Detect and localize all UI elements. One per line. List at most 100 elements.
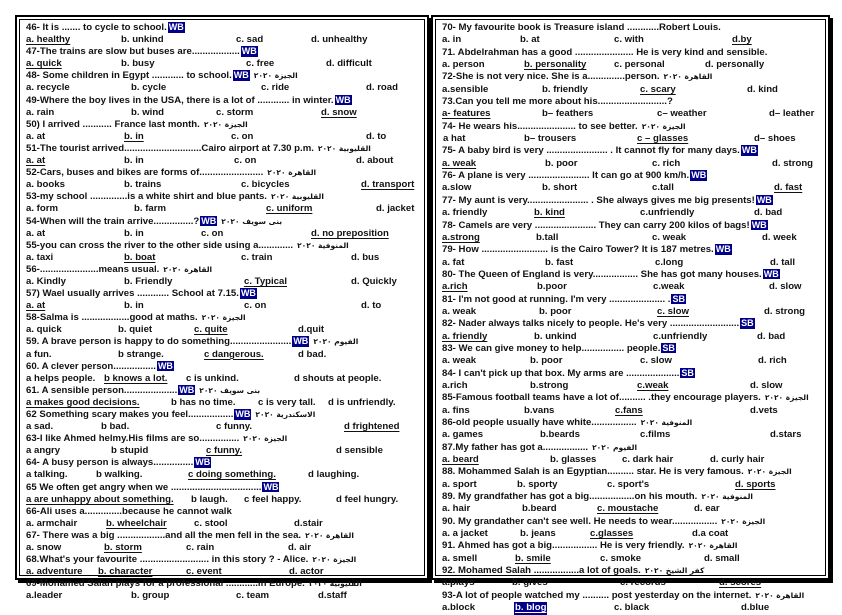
question-text: 89. My grandfather has got a big........…: [442, 491, 824, 503]
question-stem: 61. A sensible person...................…: [26, 384, 178, 396]
question-text: 57) Wael usually arrives ............ Sc…: [26, 288, 423, 300]
answer-options-row: a.strong b.tall c. weak d. week: [442, 232, 824, 244]
question-text: 51-The tourist arrived..................…: [26, 143, 423, 155]
exam-source-label: المنوفية ٢٠٢٠: [297, 240, 349, 250]
answer-option: c. sad: [236, 34, 264, 46]
studentbook-badge: SB: [661, 342, 676, 354]
answer-options-row: a.rich b.strong c.weak d. slow: [442, 380, 824, 392]
answer-option-correct: b. wheelchair: [106, 517, 167, 529]
answer-option: b– feathers: [542, 108, 594, 120]
question-text: 64- A busy person is always.............…: [26, 457, 423, 469]
question-text: 91. Ahmed has got a big.................…: [442, 540, 824, 552]
answer-option: d. week: [762, 231, 797, 243]
answer-option-correct: b. storm: [104, 542, 142, 554]
answer-option: b. poor: [539, 305, 572, 317]
answer-option: d. unhealthy: [311, 34, 368, 46]
answer-option: d sensible: [336, 445, 383, 457]
answer-option: b. Friendly: [124, 275, 173, 287]
answer-option: b. trains: [124, 179, 162, 191]
exam-source-label: القاهرة ٢٠٢٠: [663, 72, 713, 82]
answer-option: d.staff: [318, 590, 347, 602]
answer-option: d. bad: [757, 330, 786, 342]
workbook-badge: WB: [755, 194, 773, 206]
answer-option: d. Quickly: [351, 275, 397, 287]
answer-options-row: a. at b. in c. on d. no preposition: [26, 228, 423, 240]
answer-option: d. difficult: [326, 58, 372, 70]
exam-source-label: الجيزة ٢٠٢٠: [201, 313, 246, 323]
question-stem: 82- Nader always talks nicely to people.…: [442, 318, 740, 330]
answer-option-correct: a- features: [442, 108, 491, 120]
studentbook-badge: SB: [671, 293, 686, 305]
answer-options-row: a. friendly b. unkind c.unfriendly d. bad: [442, 331, 824, 343]
answer-option: d.quit: [298, 324, 325, 336]
answer-option: c. slow: [640, 355, 672, 367]
answer-option: a.slow: [442, 182, 472, 194]
question-text: 77- My aunt is very.....................…: [442, 194, 824, 207]
answer-option: c. on: [234, 155, 257, 167]
answer-option: a talking.: [26, 469, 68, 481]
exam-source-label: الجيزة ٢٠٢٠: [312, 555, 357, 565]
question-stem: 79- How ......................... is the…: [442, 244, 714, 256]
answer-option: d. bad: [754, 207, 783, 219]
answer-option-correct: c.fans: [615, 404, 643, 416]
workbook-badge: WB: [178, 384, 196, 396]
answer-option: c is very tall.: [258, 396, 316, 408]
answer-option: b. friendly: [542, 83, 588, 95]
answer-option: b. jeans: [520, 528, 556, 540]
exam-source-label: الفيوم ٢٠٢٠: [592, 442, 638, 452]
question-text: 46- It is ....... to cycle to school. WB: [26, 22, 423, 34]
answer-option: a fun.: [26, 348, 52, 360]
answer-option: a. in: [442, 34, 462, 46]
question-stem: 66-Ali uses a..............because he ca…: [26, 505, 232, 517]
question-text: 86-old people usually have white........…: [442, 417, 824, 429]
question-stem: 91. Ahmed has got a big.................…: [442, 540, 685, 552]
answer-option: a hat: [443, 133, 466, 145]
question-text: 66-Ali uses a..............because he ca…: [26, 506, 423, 518]
answer-option: c.tall: [652, 182, 674, 194]
question-text: 75- A baby bird is very ................…: [442, 145, 824, 157]
answer-option: b. farm: [134, 203, 166, 215]
exam-source-label: المنوفية ٢٠٢٠: [701, 492, 753, 502]
exam-source-label: القليوبية ٢٠٢٠: [270, 192, 324, 202]
answer-option: b strange.: [118, 348, 164, 360]
answer-option: b has no time.: [171, 396, 236, 408]
answer-option: d. to: [366, 130, 387, 142]
answer-option: b stupid: [111, 445, 149, 457]
left-column-frame: 46- It is ....... to cycle to school. WB a…: [15, 15, 429, 601]
question-text: 85-Famous football teams have a lot of..…: [442, 392, 824, 404]
question-stem: 48- Some children in Egypt ............ …: [26, 70, 232, 82]
question-stem: 80- The Queen of England is very........…: [442, 268, 762, 280]
answer-option: b. poor: [545, 157, 578, 169]
question-stem: 60. A clever person................: [26, 360, 156, 372]
question-text: 50) I arrived ........... France last mo…: [26, 119, 423, 131]
answer-option: a. at: [26, 227, 46, 239]
answer-option: b. group: [131, 590, 170, 602]
studentbook-badge: SB: [740, 318, 755, 329]
answer-option-correct: d. sports: [735, 478, 776, 490]
question-text: 71. Abdelrahman has a good .............…: [442, 47, 824, 59]
answer-option: d. ear: [694, 503, 720, 515]
answer-option: c. on: [231, 130, 254, 142]
answer-option: a.sensible: [442, 83, 489, 95]
answer-options-row: a.slow b. short c.tall d. fast: [442, 182, 824, 194]
answer-option: a. rain: [26, 106, 55, 118]
answer-option: a angry: [26, 445, 61, 457]
workbook-badge: WB: [334, 94, 352, 106]
answer-option-correct: a. weak: [442, 157, 477, 169]
answer-option: b. poor: [530, 355, 563, 367]
question-stem: 77- My aunt is very.....................…: [442, 194, 755, 206]
answer-option-correct: a. at: [26, 155, 46, 167]
answer-option: b– trousers: [524, 133, 577, 145]
question-stem: 50) I arrived ........... France last mo…: [26, 118, 200, 130]
answer-option: b.beards: [540, 429, 580, 441]
question-stem: 76- A plane is very ....................…: [442, 170, 690, 182]
answer-option: c. bicycles: [241, 179, 290, 191]
question-stem: 90. My grandather can't see well. He nee…: [442, 515, 718, 527]
question-stem: 81- I'm not good at running. I'm very ..…: [442, 293, 671, 305]
answer-option: d– shoes: [754, 133, 796, 145]
answer-option: b. unkind: [121, 34, 164, 46]
answer-option: b. unkind: [534, 330, 577, 342]
answer-options-row: a hat b– trousers c – glasses d– shoes: [442, 133, 824, 145]
answer-option-correct: d. transport: [361, 179, 415, 191]
exam-source-label: القاهرة ٢٠٢٠: [163, 264, 213, 274]
